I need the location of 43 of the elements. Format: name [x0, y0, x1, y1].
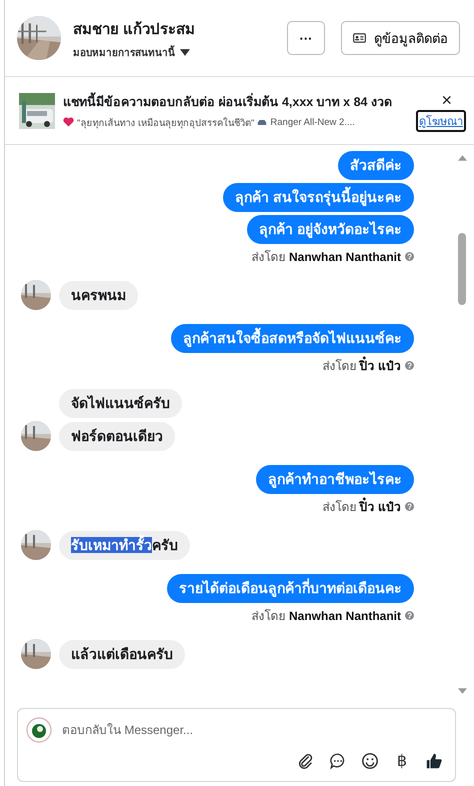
assign-dropdown[interactable]: มอบหมายการสนทนานี้: [73, 44, 190, 60]
message-bubble: จัดไฟแนนซ์ครับ: [59, 389, 182, 418]
help-icon: [405, 611, 414, 620]
emoji-icon[interactable]: [361, 752, 379, 770]
ad-title: แชทนี้มีข้อความตอบกลับต่อ ผ่อนเริ่มต้น 4,xxx บาท x 84 งวด: [63, 92, 416, 112]
message-bubble: นครพนม: [59, 280, 138, 310]
reply-input[interactable]: ตอบกลับใน Messenger...: [62, 723, 443, 737]
heart-icon: [63, 117, 74, 127]
reply-box[interactable]: ตอบกลับใน Messenger... ฿: [17, 708, 456, 782]
caret-icon: [180, 48, 190, 56]
sent-by-text: ส่งโดย ปิ๋ว แป๋ว: [322, 356, 401, 375]
scroll-up-icon[interactable]: [458, 155, 466, 161]
scrollbar-thumb[interactable]: [458, 233, 466, 305]
attachment-icon[interactable]: [297, 752, 315, 770]
message-bubble: ลุกค้า สนใจรถรุ่นนี้อยู่นะคะ: [223, 183, 414, 212]
sent-by-text: ส่งโดย Nanwhan Nanthanit: [252, 608, 401, 625]
ad-subtitle: "ลุยทุกเส้นทาง เหมือนลุยทุกอุปสรรคในชีวิต": [77, 116, 254, 130]
contact-name: สมชาย แก้วประสม: [73, 20, 196, 40]
help-icon: [405, 361, 414, 370]
contact-card-icon: [353, 33, 366, 43]
message-bubble: ลูกค้าทำอาชีพอะไรคะ: [256, 465, 414, 494]
message-bubble: ลูกค้าสนใจซื้อสดหรือจัดไฟแนนซ์คะ: [171, 324, 414, 353]
scroll-down-icon[interactable]: [458, 688, 466, 694]
message-bubble: รายได้ต่อเดือนลูกค้ากี่บาทต่อเดือนคะ: [167, 574, 414, 603]
sent-by-text: ส่งโดย Nanwhan Nanthanit: [252, 249, 401, 266]
sent-by-text: ส่งโดย ปิ๋ว แป๋ว: [322, 497, 401, 516]
help-icon: [405, 252, 414, 261]
chat-bubble-icon[interactable]: [329, 752, 347, 770]
logo-icon: [26, 717, 52, 743]
message-bubble: แล้วแต่เดือนครับ: [59, 640, 185, 668]
message-bubble: สัวสดีค่ะ: [338, 151, 414, 180]
message-bubble: รับเหมาทำรั้วครับ: [59, 530, 190, 560]
ad-subtitle: Ranger All-New 2....: [270, 116, 355, 128]
close-button[interactable]: ×: [441, 93, 452, 107]
payment-button[interactable]: ฿: [393, 751, 411, 771]
more-button[interactable]: ···: [287, 21, 325, 55]
message-bubble: ฟอร์ดตอนเดียว: [59, 422, 175, 450]
car-icon: [257, 118, 268, 126]
contact-info-button[interactable]: ดูข้อมูลติดต่อ: [341, 21, 460, 55]
help-icon: [405, 502, 414, 511]
view-ad-link[interactable]: ดูโฆษณา: [416, 110, 466, 132]
message-bubble: ลุกค้า อยู่จังหวัดอะไรคะ: [247, 215, 414, 244]
thumbs-up-icon[interactable]: [425, 752, 443, 770]
